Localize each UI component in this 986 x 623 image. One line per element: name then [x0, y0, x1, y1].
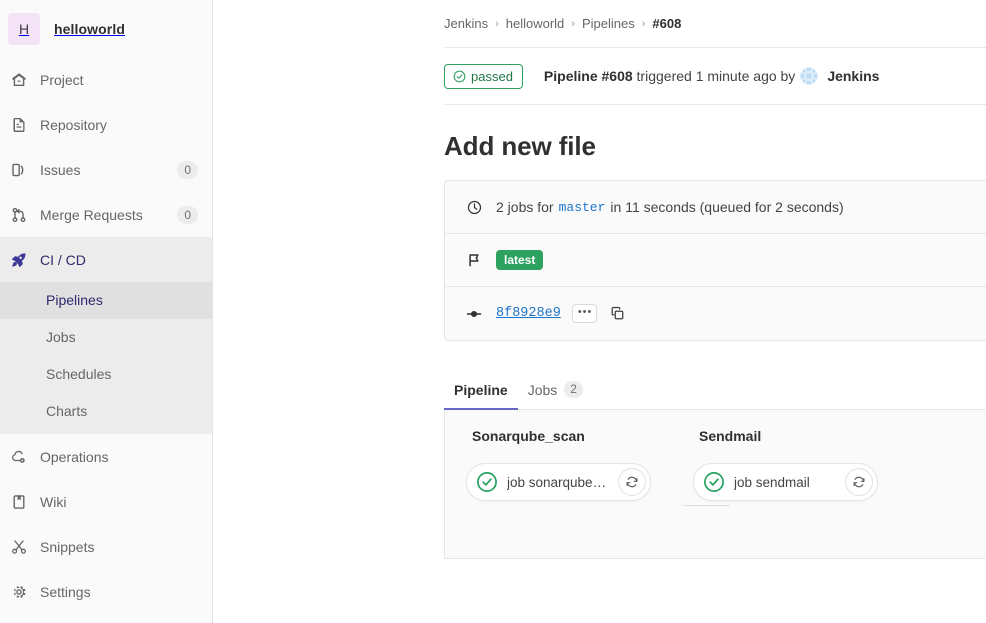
- breadcrumb: Jenkins › helloworld › Pipelines › #608: [432, 0, 986, 47]
- sidebar-item-charts[interactable]: Charts: [0, 393, 212, 430]
- avatar: [800, 67, 819, 85]
- project-name: helloworld: [54, 20, 125, 37]
- rocket-icon: [11, 252, 27, 268]
- job-success-icon: [703, 471, 725, 493]
- pipeline-prefix: Pipeline: [543, 68, 598, 84]
- sidebar-project-header[interactable]: H helloworld: [0, 0, 212, 57]
- clock-icon: [466, 199, 482, 215]
- document-icon: [11, 117, 27, 133]
- commit-icon: [466, 306, 482, 322]
- issues-icon: [11, 162, 27, 178]
- status-divider: [444, 104, 986, 105]
- sidebar-item-ci-cd[interactable]: CI / CD: [0, 237, 212, 282]
- scissors-icon: [11, 539, 27, 555]
- check-circle-icon: [453, 70, 466, 83]
- copy-icon[interactable]: [609, 306, 625, 322]
- sidebar-item-operations[interactable]: Operations: [0, 434, 212, 479]
- sidebar-item-wiki[interactable]: Wiki: [0, 479, 212, 524]
- sidebar-item-jobs[interactable]: Jobs: [0, 319, 212, 356]
- pipeline-triggered-text: triggered 1 minute ago by: [636, 68, 796, 84]
- sidebar-item-repository[interactable]: Repository: [0, 102, 212, 147]
- latest-badge: latest: [496, 250, 544, 270]
- pipeline-stage: Sonarqube_scan job sonarqube_s...: [466, 428, 651, 501]
- chevron-right-icon: ›: [571, 17, 575, 30]
- jobs-summary-row: 2 jobs for master in 11 seconds (queued …: [445, 181, 986, 234]
- pipeline-status-bar: passed Pipeline #608 triggered 1 minute …: [432, 48, 986, 104]
- sidebar-item-project[interactable]: Project: [0, 57, 212, 102]
- status-badge: passed: [444, 63, 523, 89]
- commit-expand-button[interactable]: •••: [571, 304, 598, 323]
- page-root: H helloworld Project Repository Issues 0: [0, 0, 986, 623]
- sidebar-item-settings[interactable]: Settings: [0, 569, 212, 614]
- retry-icon[interactable]: [618, 468, 646, 496]
- tab-label: Pipeline: [454, 382, 508, 398]
- breadcrumb-item-project[interactable]: helloworld: [506, 16, 565, 31]
- sidebar-item-snippets[interactable]: Snippets: [0, 524, 212, 569]
- tab-count: 2: [564, 381, 583, 398]
- commit-sha-link[interactable]: 8f8928e9: [496, 306, 561, 321]
- status-badge-label: passed: [471, 68, 513, 84]
- sidebar-item-count: 0: [177, 160, 198, 179]
- pipeline-stage: Sendmail job sendmail: [693, 428, 878, 501]
- stage-connector: [683, 505, 730, 506]
- job-node[interactable]: job sendmail: [693, 463, 878, 501]
- flag-icon: [466, 252, 482, 268]
- tab-pipeline[interactable]: Pipeline: [444, 382, 518, 410]
- pipeline-id: #608: [601, 68, 633, 84]
- pipeline-graph: Sonarqube_scan job sonarqube_s... Sendma…: [444, 410, 986, 559]
- sidebar-item-label: Operations: [40, 448, 109, 465]
- sidebar-item-label: Issues: [40, 161, 81, 178]
- breadcrumb-item-pipelines[interactable]: Pipelines: [582, 16, 635, 31]
- job-success-icon: [476, 471, 498, 493]
- sidebar-item-label: Project: [40, 71, 84, 88]
- chevron-right-icon: ›: [641, 17, 646, 30]
- main-content: Jenkins › helloworld › Pipelines › #608 …: [213, 0, 986, 623]
- stage-name: Sonarqube_scan: [472, 428, 585, 444]
- sidebar-item-pipelines[interactable]: Pipelines: [0, 282, 212, 319]
- sidebar-item-count: 0: [177, 205, 198, 224]
- project-sidebar: H helloworld Project Repository Issues 0: [0, 0, 213, 623]
- commit-row: 8f8928e9 •••: [445, 287, 986, 340]
- sidebar-item-issues[interactable]: Issues 0: [0, 147, 212, 192]
- sidebar-item-merge-requests[interactable]: Merge Requests 0: [0, 192, 212, 237]
- tag-row: latest: [445, 234, 986, 287]
- tab-jobs[interactable]: Jobs 2: [518, 381, 593, 409]
- job-node[interactable]: job sonarqube_s...: [466, 463, 651, 501]
- pipeline-summary: Pipeline #608 triggered 1 minute ago by J…: [543, 67, 880, 85]
- sidebar-item-label: Settings: [40, 583, 91, 600]
- tab-label: Jobs: [527, 381, 558, 398]
- gear-icon: [11, 584, 27, 600]
- pipeline-tabs: Pipeline Jobs 2: [444, 367, 986, 410]
- job-name: job sendmail: [734, 474, 810, 490]
- page-title: Add new file: [444, 131, 596, 161]
- breadcrumb-current: #608: [652, 16, 682, 31]
- chevron-right-icon: ›: [495, 17, 499, 30]
- pipeline-ref[interactable]: master: [559, 200, 606, 215]
- sidebar-item-schedules[interactable]: Schedules: [0, 356, 212, 393]
- project-avatar: H: [8, 12, 40, 45]
- retry-icon[interactable]: [845, 468, 873, 496]
- breadcrumb-item-group[interactable]: Jenkins: [444, 16, 488, 31]
- home-icon: [11, 72, 27, 88]
- job-name: job sonarqube_s...: [507, 474, 610, 490]
- sidebar-item-label: CI / CD: [40, 251, 86, 268]
- sidebar-item-label: Snippets: [40, 538, 95, 555]
- triggering-user: Jenkins: [827, 68, 880, 84]
- operations-icon: [11, 449, 27, 465]
- sidebar-item-label: Merge Requests: [40, 206, 143, 223]
- sidebar-item-label: Wiki: [40, 493, 67, 510]
- stage-name: Sendmail: [699, 428, 762, 444]
- ci-cd-subnav: Pipelines Jobs Schedules Charts: [0, 282, 212, 434]
- jobs-summary-suffix: in 11 seconds (queued for 2 seconds): [610, 199, 844, 215]
- jobs-summary-prefix: 2 jobs for: [496, 199, 554, 215]
- pipeline-info-card: 2 jobs for master in 11 seconds (queued …: [444, 180, 986, 341]
- sidebar-item-label: Repository: [40, 116, 107, 133]
- merge-request-icon: [11, 207, 27, 223]
- book-icon: [11, 494, 27, 510]
